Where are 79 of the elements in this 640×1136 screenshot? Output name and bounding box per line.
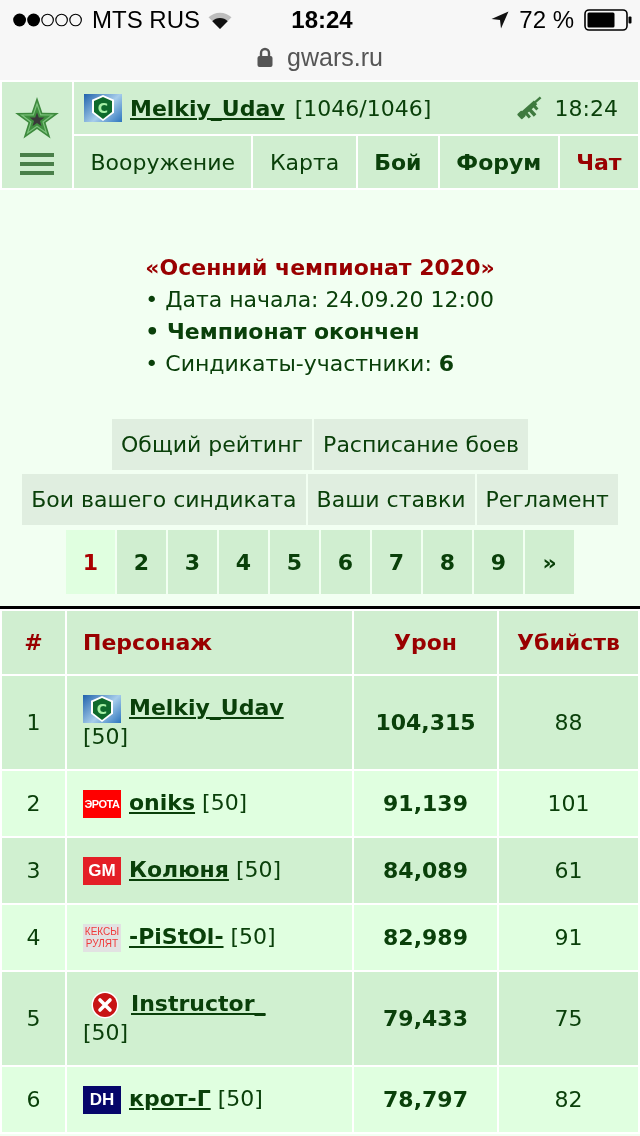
player-link[interactable]: Instructor_ xyxy=(131,991,266,1016)
player-link[interactable]: крот-Г xyxy=(129,1086,211,1111)
page-button[interactable]: 1 xyxy=(66,530,115,594)
star-icon xyxy=(13,95,61,141)
damage-cell: 91,139 xyxy=(354,771,497,836)
column-header: Персонаж xyxy=(67,611,352,674)
battery-icon xyxy=(584,9,632,31)
nav-tab[interactable]: Форум xyxy=(439,136,558,188)
player-name-link[interactable]: Melkiy_Udav xyxy=(130,95,285,121)
page-button[interactable]: » xyxy=(525,530,574,594)
level-label: [50] xyxy=(217,1086,263,1111)
level-label: [50] xyxy=(83,724,129,749)
rank-cell: 6 xyxy=(2,1067,65,1132)
menu-icon[interactable] xyxy=(20,153,54,175)
championship-title: «Осенний чемпионат 2020» xyxy=(145,254,495,282)
clan-badge: C xyxy=(83,695,121,723)
level-label: [50] xyxy=(230,924,276,949)
section-button[interactable]: Ваши ставки xyxy=(307,474,475,525)
lock-icon xyxy=(257,47,274,67)
clan-badge: C xyxy=(84,94,122,122)
page-button[interactable]: 5 xyxy=(270,530,319,594)
rank-cell: 5 xyxy=(2,972,65,1065)
rank-cell: 2 xyxy=(2,771,65,836)
time-label: 18:24 xyxy=(554,95,618,121)
section-button[interactable]: Общий рейтинг xyxy=(112,419,313,470)
signal-icon xyxy=(12,13,84,27)
health-label: [1046/1046] xyxy=(294,95,432,121)
info-line: • Чемпионат окончен xyxy=(145,318,421,346)
address-url[interactable]: gwars.ru xyxy=(287,42,383,72)
nav-tab[interactable]: Бой xyxy=(357,136,438,188)
rank-cell: 4 xyxy=(2,905,65,970)
page-button[interactable]: 4 xyxy=(219,530,268,594)
level-label: [50] xyxy=(235,857,282,882)
section-button[interactable]: Бои вашего синдиката xyxy=(22,474,306,525)
level-label: [50] xyxy=(202,790,248,815)
kills-cell: 61 xyxy=(499,838,638,903)
kills-cell: 101 xyxy=(499,771,638,836)
wifi-icon xyxy=(208,11,232,29)
damage-cell: 79,433 xyxy=(354,972,497,1065)
rank-cell: 3 xyxy=(2,838,65,903)
damage-cell: 78,797 xyxy=(354,1067,497,1132)
kills-cell: 82 xyxy=(499,1067,638,1132)
kills-cell: 91 xyxy=(499,905,638,970)
column-header: # xyxy=(2,611,65,674)
clan-badge: DH xyxy=(83,1086,121,1114)
nav-tab[interactable]: Карта xyxy=(253,136,356,188)
battery-percent: 72 % xyxy=(519,6,574,34)
clan-badge: ЭРОТА xyxy=(83,790,121,818)
damage-cell: 84,089 xyxy=(354,838,497,903)
section-button[interactable]: Регламент xyxy=(476,474,618,525)
page-button[interactable]: 3 xyxy=(168,530,217,594)
rank-cell: 1 xyxy=(2,676,65,769)
clan-badge: GM xyxy=(83,857,121,885)
location-arrow-icon xyxy=(491,11,510,29)
page-button[interactable]: 7 xyxy=(372,530,421,594)
player-link[interactable]: -PiStOl- xyxy=(129,924,224,949)
section-button[interactable]: Расписание боев xyxy=(314,419,528,470)
page-button[interactable]: 9 xyxy=(474,530,523,594)
info-line: • Синдикаты-участники: 6 xyxy=(145,350,456,378)
player-link[interactable]: Колюня xyxy=(129,857,229,882)
page-button[interactable]: 6 xyxy=(321,530,370,594)
player-link[interactable]: oniks xyxy=(129,790,196,815)
damage-cell: 104,315 xyxy=(354,676,497,769)
damage-cell: 82,989 xyxy=(354,905,497,970)
clock-label: 18:24 xyxy=(291,6,353,34)
player-link[interactable]: Melkiy_Udav xyxy=(129,695,284,720)
column-header: Убийств xyxy=(499,611,638,674)
info-line: • Дата начала: 24.09.20 12:00 xyxy=(145,286,495,314)
x-circle-icon xyxy=(91,991,119,1019)
clan-badge: КЕКСЫ РУЛЯТ xyxy=(83,924,121,952)
carrier-name: MTS RUS xyxy=(92,6,200,34)
level-label: [50] xyxy=(83,1020,129,1045)
nav-tab[interactable]: Вооружение xyxy=(74,136,252,188)
kills-cell: 75 xyxy=(499,972,638,1065)
kills-cell: 88 xyxy=(499,676,638,769)
nav-tab[interactable]: Чат xyxy=(559,136,639,188)
page-button[interactable]: 2 xyxy=(117,530,166,594)
page-button[interactable]: 8 xyxy=(423,530,472,594)
column-header: Урон xyxy=(354,611,497,674)
